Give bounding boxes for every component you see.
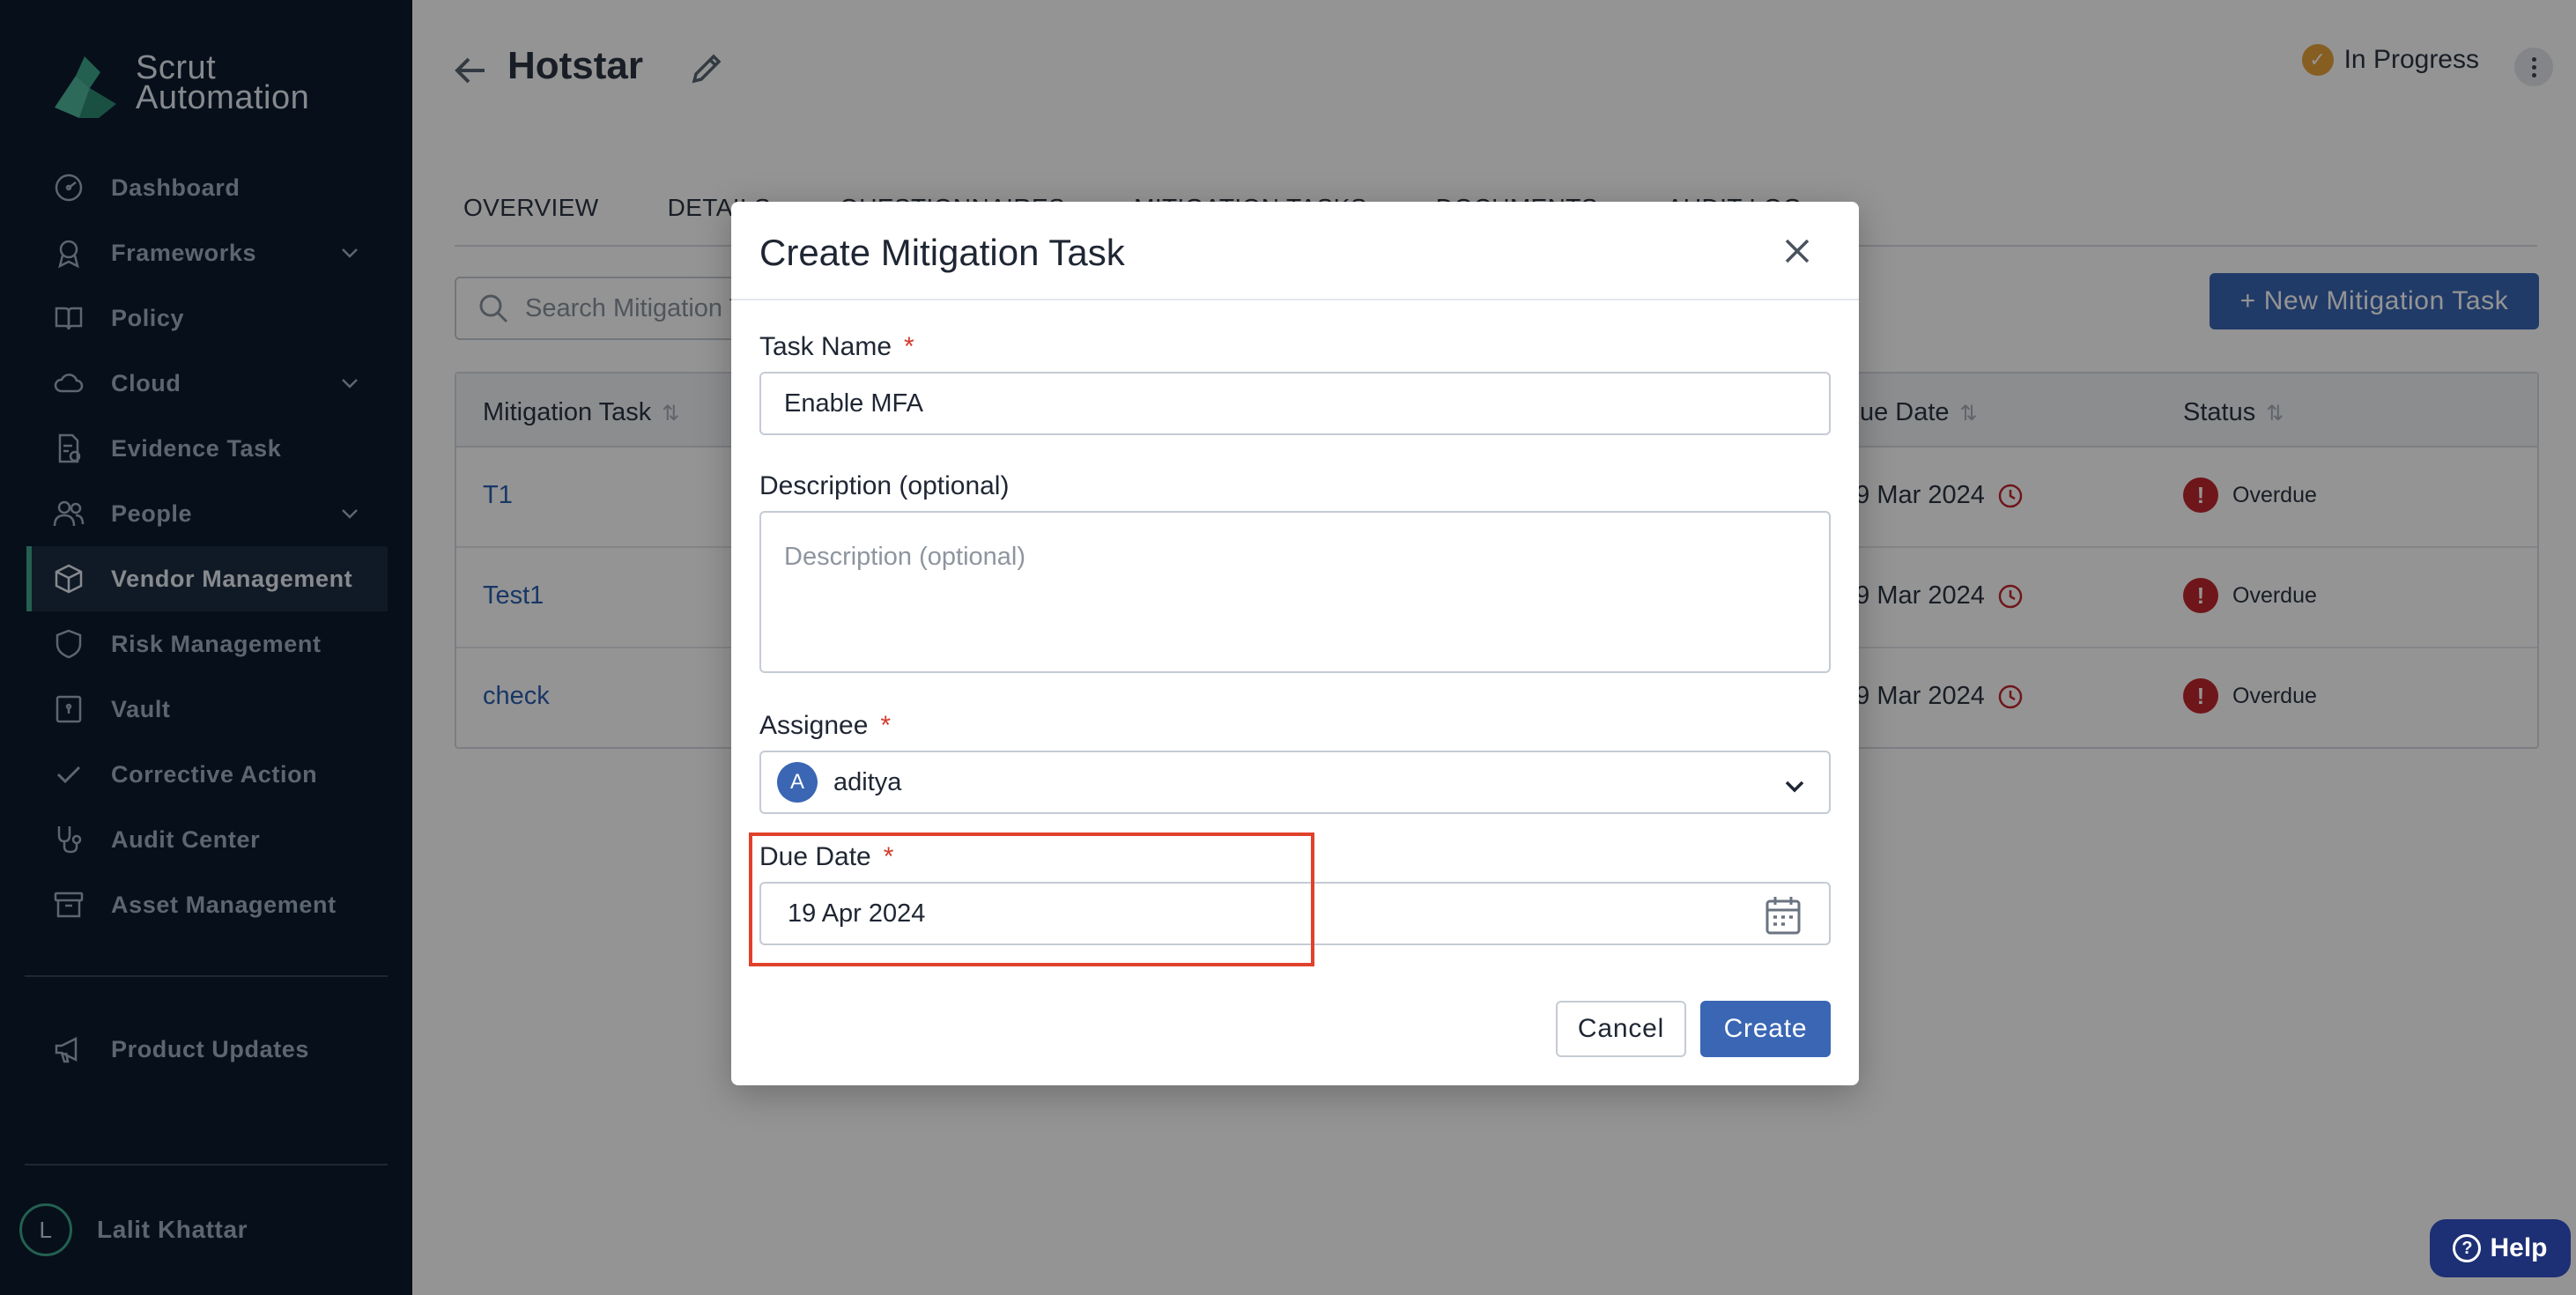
highlight-annotation xyxy=(749,832,1314,966)
assignee-label: Assignee * xyxy=(759,711,892,740)
description-textarea[interactable]: Description (optional) xyxy=(759,511,1831,673)
create-button[interactable]: Create xyxy=(1700,1001,1831,1057)
cancel-button[interactable]: Cancel xyxy=(1556,1001,1686,1057)
avatar: A xyxy=(777,762,818,803)
required-mark: * xyxy=(880,711,892,740)
question-icon: ? xyxy=(2453,1234,2482,1262)
create-mitigation-task-dialog: Create Mitigation Task Task Name * Enable… xyxy=(731,202,1859,1085)
calendar-icon[interactable] xyxy=(1764,894,1802,936)
help-button[interactable]: ? Help xyxy=(2430,1219,2571,1277)
assignee-select[interactable]: A aditya xyxy=(759,751,1831,814)
dialog-title: Create Mitigation Task xyxy=(759,232,1125,273)
task-name-input[interactable]: Enable MFA xyxy=(759,372,1831,435)
description-label: Description (optional) xyxy=(759,471,1010,500)
dialog-header: Create Mitigation Task xyxy=(731,202,1859,300)
required-mark: * xyxy=(904,332,914,361)
close-icon[interactable] xyxy=(1780,233,1815,269)
task-name-label: Task Name * xyxy=(759,332,914,361)
chevron-down-icon xyxy=(1785,781,1804,793)
assignee-value: aditya xyxy=(833,767,902,796)
